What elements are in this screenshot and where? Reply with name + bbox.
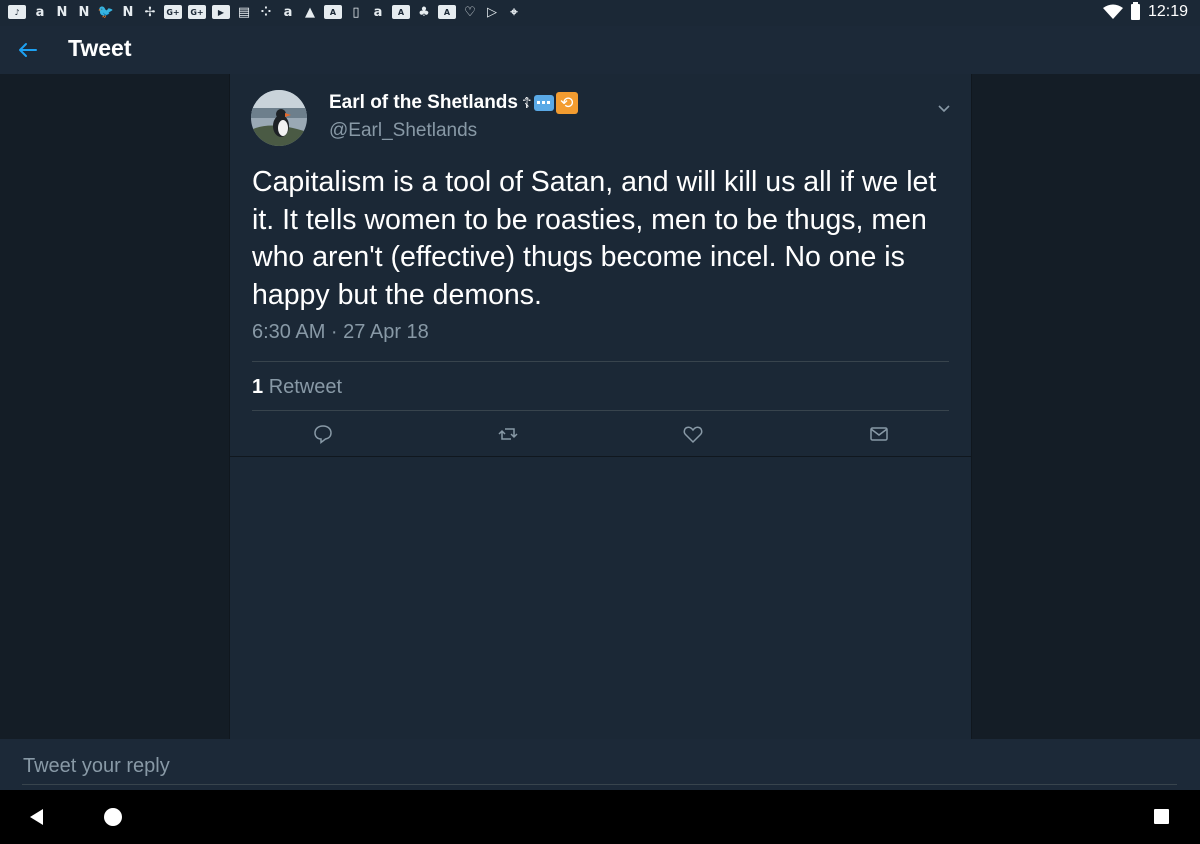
netflix-icon: N	[78, 4, 90, 20]
tree-icon: ♣	[418, 4, 430, 20]
retweet-label: Retweet	[268, 376, 343, 398]
author-emoji-badges: ☦ ⟲	[522, 92, 578, 114]
left-gutter	[0, 74, 229, 739]
reply-underline	[22, 784, 1177, 785]
author-name-row[interactable]: Earl of the Shetlands ☦ ⟲	[329, 92, 578, 114]
netflix-icon: N	[56, 4, 68, 20]
twitter-bird-icon: 🐦	[97, 4, 115, 20]
speech-bubble-icon	[533, 95, 554, 111]
tweet-actions	[230, 419, 971, 449]
netflix-icon: N	[122, 4, 134, 20]
app-icon: A	[438, 5, 456, 19]
system-nav-bar	[0, 790, 1200, 844]
avatar[interactable]	[251, 90, 307, 146]
wifi-icon	[1102, 4, 1123, 19]
app-bar: Tweet	[0, 26, 1200, 74]
battery-icon	[1130, 2, 1140, 20]
system-status: 12:19	[1102, 2, 1188, 21]
tweet-timestamp: 6:30 AM · 27 Apr 18	[252, 321, 429, 343]
status-bar: ♪ a N N 🐦 N ✢ G+ G+ ▶ ▤ ⁘ a ▲ A ▯ a A ♣ …	[0, 0, 1200, 26]
nav-home-icon[interactable]	[104, 808, 122, 826]
play-store-icon: ▷	[487, 4, 497, 20]
map-icon: ⌖	[510, 4, 518, 20]
amazon-icon: a	[373, 4, 383, 20]
divider	[252, 410, 949, 411]
google-plus-icon: G+	[188, 5, 206, 19]
reply-icon[interactable]	[312, 423, 334, 445]
right-gutter	[972, 74, 1200, 739]
retweet-icon[interactable]	[497, 423, 519, 445]
arrow-left-icon[interactable]	[14, 36, 42, 64]
tweet-detail-panel: Earl of the Shetlands ☦ ⟲ @Earl_Shetland…	[229, 74, 972, 739]
music-icon: ♪	[8, 5, 26, 19]
photo-icon: ▲	[305, 4, 315, 20]
repeat-emoji-icon: ⟲	[555, 92, 578, 114]
pinwheel-icon: ✢	[144, 4, 156, 20]
page-title: Tweet	[68, 35, 132, 61]
app-icon: A	[324, 5, 342, 19]
news-icon: ▤	[237, 4, 251, 20]
phone-icon: ▯	[352, 4, 360, 20]
author-name[interactable]: Earl of the Shetlands	[329, 92, 518, 114]
reply-input[interactable]: Tweet your reply	[23, 755, 170, 778]
envelope-icon[interactable]	[868, 423, 890, 445]
youtube-icon: ▶	[212, 5, 230, 19]
reply-composer[interactable]: Tweet your reply	[0, 739, 1200, 790]
author-handle[interactable]: @Earl_Shetlands	[329, 120, 477, 142]
heart-rate-icon: ♡	[464, 4, 476, 20]
clock: 12:19	[1147, 3, 1188, 20]
tweet-text: Capitalism is a tool of Satan, and will …	[252, 166, 937, 311]
chevron-down-icon[interactable]	[936, 100, 952, 116]
orthodox-cross-icon: ☦	[521, 94, 532, 112]
tweet: Earl of the Shetlands ☦ ⟲ @Earl_Shetland…	[230, 74, 971, 457]
notification-icons: ♪ a N N 🐦 N ✢ G+ G+ ▶ ▤ ⁘ a ▲ A ▯ a A ♣ …	[8, 4, 522, 20]
heart-icon[interactable]	[682, 423, 704, 445]
puffin-avatar-image	[251, 90, 307, 146]
retweet-count: 1	[252, 376, 264, 398]
divider	[252, 361, 949, 362]
dots-icon: ⁘	[260, 4, 272, 20]
nav-recents-icon[interactable]	[1154, 809, 1169, 824]
nav-back-icon[interactable]	[28, 808, 46, 826]
app-icon: A	[392, 5, 410, 19]
amazon-icon: a	[283, 4, 293, 20]
amazon-icon: a	[35, 4, 45, 20]
retweet-stats[interactable]: 1 Retweet	[252, 376, 342, 399]
google-plus-icon: G+	[164, 5, 182, 19]
